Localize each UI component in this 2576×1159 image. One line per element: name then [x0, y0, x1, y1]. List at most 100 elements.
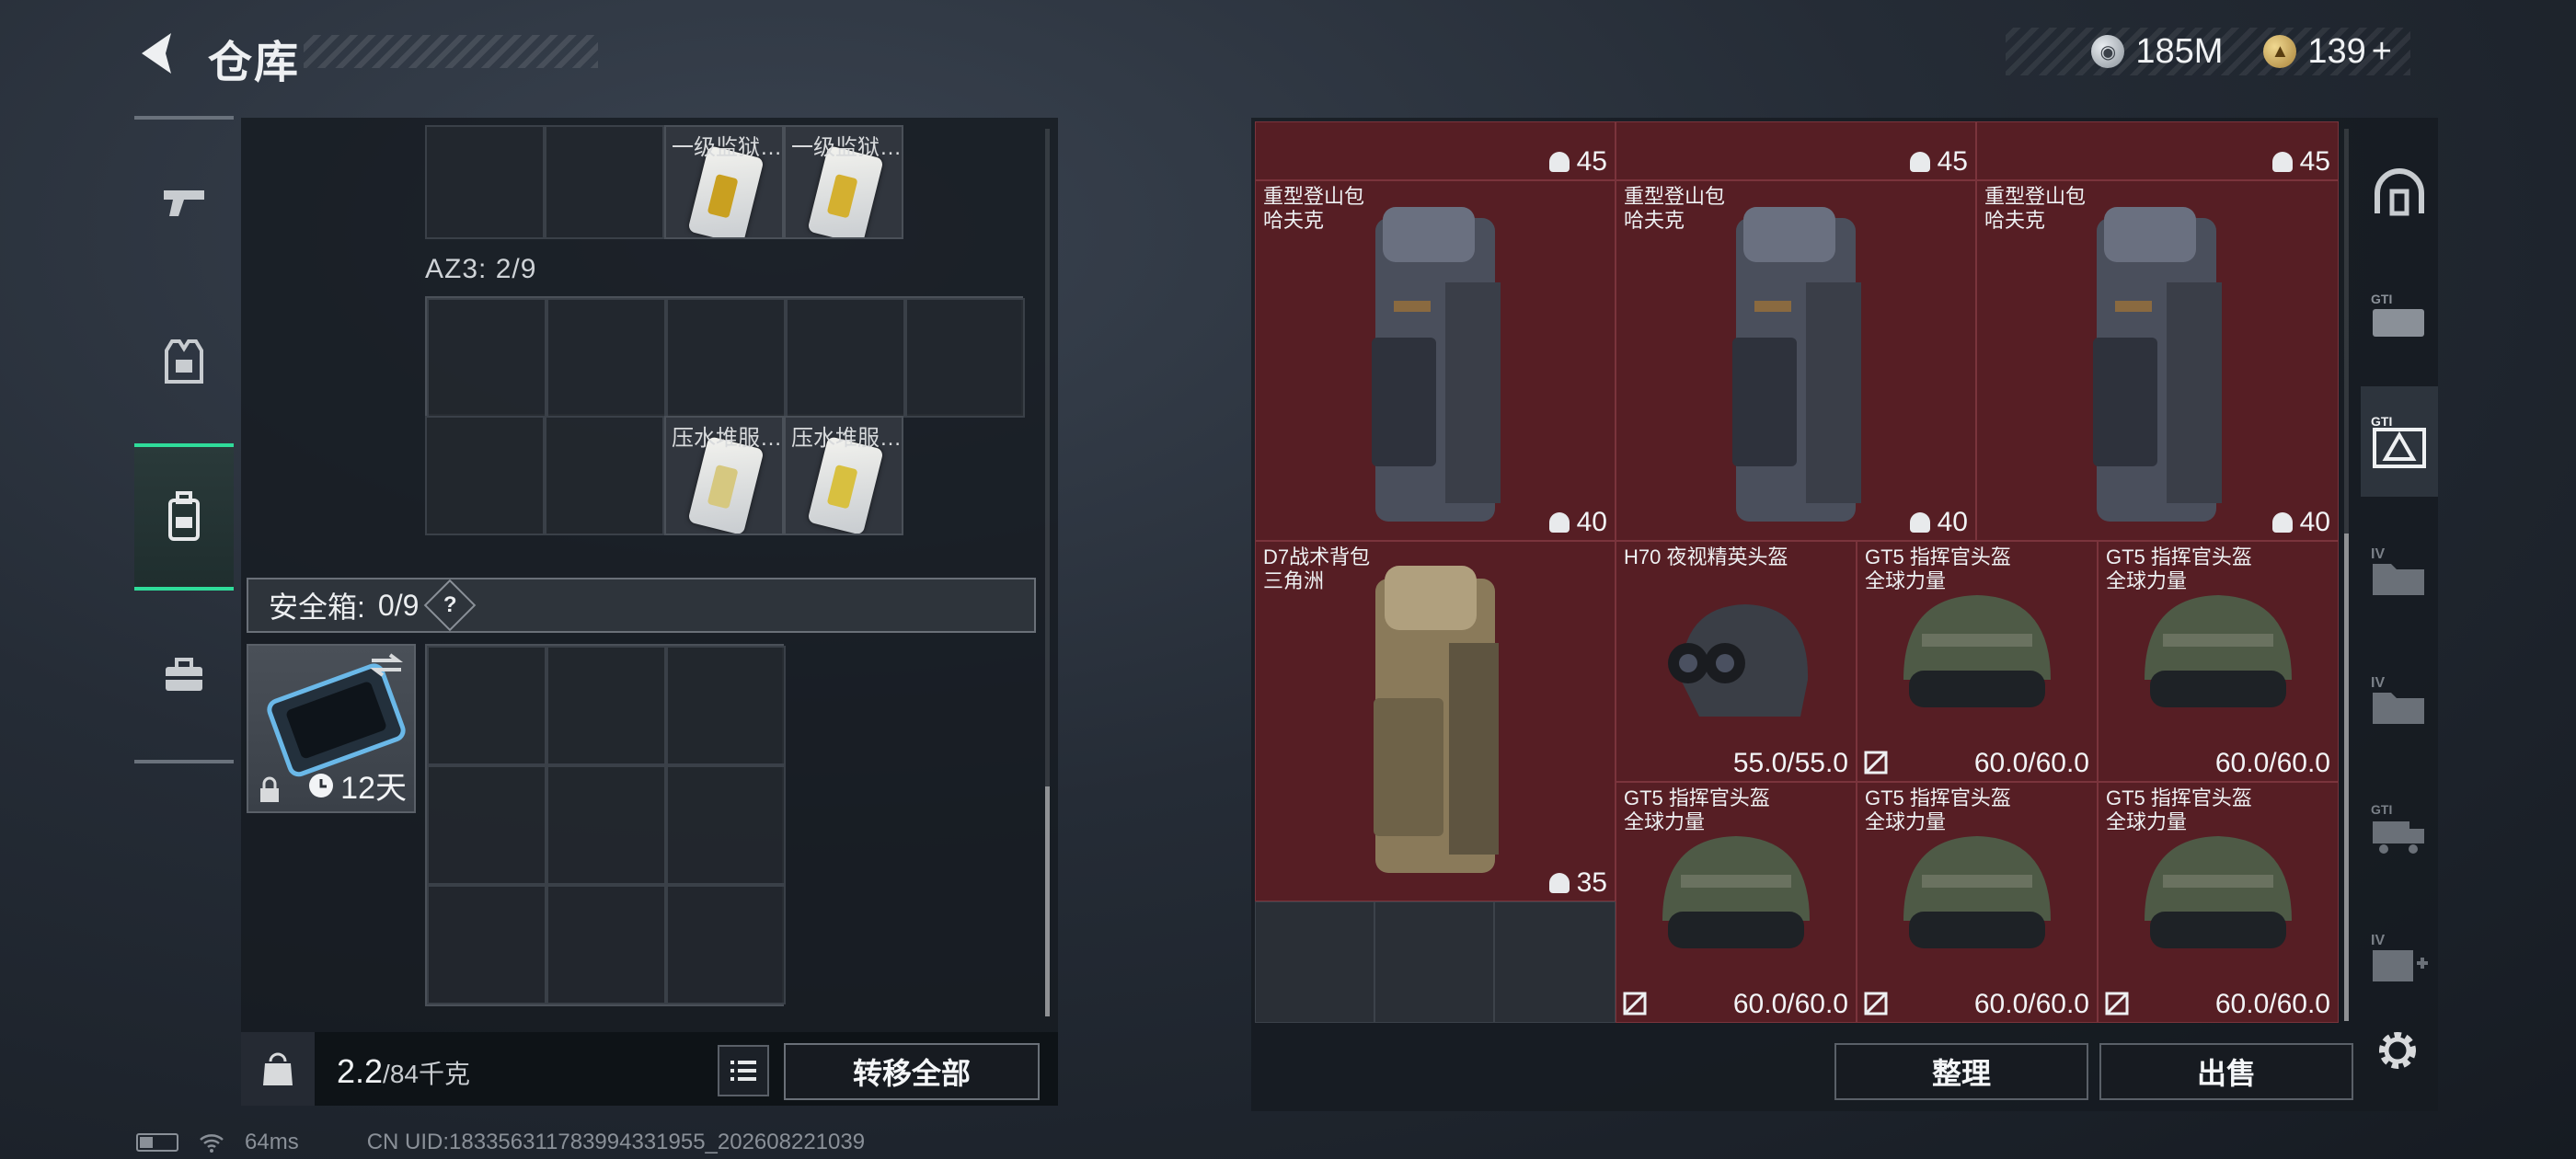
- storage-tab-gt1[interactable]: GTI: [2361, 261, 2438, 372]
- category-weapons[interactable]: [134, 134, 234, 272]
- inventory-slot[interactable]: [427, 765, 546, 885]
- storage-item[interactable]: GT5 指挥官头盔 全球力量 60.0/60.0: [1857, 782, 2098, 1023]
- storage-tab-gt1-c[interactable]: GTI: [2361, 775, 2438, 885]
- safe-box-item[interactable]: 12天: [247, 644, 416, 813]
- storage-item[interactable]: GT5 指挥官头盔 全球力量 60.0/60.0: [1857, 541, 2098, 782]
- storage-item[interactable]: 45: [1255, 121, 1616, 180]
- sell-button[interactable]: 出售: [2099, 1043, 2353, 1100]
- back-arrow-icon: [142, 33, 171, 74]
- storage-item[interactable]: 重型登山包 哈夫克 40: [1976, 180, 2339, 541]
- keycard-chip: [707, 464, 739, 510]
- weight-bag-icon: [263, 1052, 293, 1085]
- inventory-panel[interactable]: 一级监狱… 一级监狱… AZ3: 2/9 压水堆服… 压水堆服… 安全箱: 0/…: [241, 118, 1058, 1106]
- item-quantity: 45: [1909, 146, 1968, 178]
- inventory-slot[interactable]: [546, 765, 666, 885]
- backpack-icon: [1374, 566, 1499, 873]
- status-line: 64ms CN UID:18335631178399433195​5_20260…: [136, 1130, 865, 1155]
- helmet-icon: [1903, 595, 2051, 707]
- storage-tab-gt1-active[interactable]: GTI: [2361, 386, 2438, 497]
- weight-icon: [1548, 873, 1570, 893]
- no-drop-icon: [1623, 992, 1647, 1016]
- item-name: D7战术背包 三角洲: [1263, 545, 1371, 592]
- gt-card-icon: GTI: [2371, 292, 2424, 337]
- item-quantity: 45: [2271, 146, 2330, 178]
- tab-label: IV: [2371, 933, 2385, 948]
- container-label: AZ3: 2/9: [425, 254, 537, 284]
- storage-item[interactable]: GT5 指挥官头盔 全球力量 60.0/60.0: [2098, 541, 2339, 782]
- backpack-icon: [2093, 207, 2222, 522]
- storage-item[interactable]: H70 夜视精英头盔 55.0/55.0: [1616, 541, 1857, 782]
- no-drop-icon: [1864, 751, 1888, 775]
- inventory-slot[interactable]: [427, 298, 546, 418]
- inventory-slot[interactable]: [666, 646, 786, 765]
- storage-grid[interactable]: 45 45 45 重型登山包 哈夫克 40 重型登山包 哈夫克 40 重型登山包…: [1255, 121, 2339, 1023]
- silver-coin-icon: ◉: [2091, 35, 2125, 68]
- inventory-slot[interactable]: [427, 646, 546, 765]
- inventory-slot[interactable]: [666, 298, 786, 418]
- sort-button[interactable]: 整理: [1834, 1043, 2088, 1100]
- clock-icon: [309, 773, 334, 798]
- storage-tab-home[interactable]: [2361, 138, 2438, 248]
- empty-slot[interactable]: [1255, 901, 1374, 1023]
- item-durability: 60.0/60.0: [1973, 748, 2089, 778]
- inventory-slot[interactable]: [666, 885, 786, 1004]
- storage-item[interactable]: 重型登山包 哈夫克 40: [1255, 180, 1616, 541]
- safe-box-timer: 12天: [307, 763, 407, 808]
- storage-item[interactable]: 45: [1616, 121, 1976, 180]
- currency-bar: ◉ 185M ▲ 139 +: [2006, 28, 2410, 75]
- category-armor[interactable]: [134, 293, 234, 430]
- inventory-item[interactable]: 一级监狱…: [784, 125, 903, 239]
- list-view-button[interactable]: [718, 1045, 769, 1096]
- toolbox-icon: [166, 658, 202, 691]
- storage-item[interactable]: D7战术背包 三角洲 35: [1255, 541, 1616, 901]
- empty-slot[interactable]: [1374, 901, 1494, 1023]
- settings-button[interactable]: [2368, 1021, 2427, 1080]
- inventory-slot[interactable]: [425, 125, 545, 239]
- transfer-all-button[interactable]: 转移全部: [784, 1043, 1040, 1100]
- page-title: 仓库: [208, 39, 301, 87]
- helmet-icon: [1662, 836, 1810, 948]
- inventory-slot[interactable]: [545, 125, 664, 239]
- storage-tab-iv-c[interactable]: IV: [2361, 903, 2438, 1014]
- item-name: GT5 指挥官头盔 全球力量: [1865, 786, 2011, 833]
- inventory-slot[interactable]: [786, 298, 905, 418]
- inventory-slot[interactable]: [427, 885, 546, 1004]
- iv-folder-icon: IV: [2371, 546, 2424, 595]
- back-button[interactable]: [129, 26, 184, 81]
- storage-tab-iv-b[interactable]: IV: [2361, 646, 2438, 756]
- storage-scrollbar-thumb[interactable]: [2344, 534, 2349, 1021]
- inventory-item[interactable]: 一级监狱…: [664, 125, 784, 239]
- inventory-slot[interactable]: [425, 416, 545, 535]
- inventory-slot[interactable]: [546, 885, 666, 1004]
- item-quantity: 40: [1909, 507, 1968, 538]
- storage-item[interactable]: 重型登山包 哈夫克 40: [1616, 180, 1976, 541]
- help-button[interactable]: ?: [424, 579, 477, 632]
- add-currency-button[interactable]: +: [2372, 32, 2392, 72]
- rail-divider: [134, 116, 234, 120]
- inventory-item[interactable]: 压水堆服…: [664, 416, 784, 535]
- storage-item[interactable]: GT5 指挥官头盔 全球力量 60.0/60.0: [1616, 782, 1857, 1023]
- storage-item[interactable]: 45: [1976, 121, 2339, 180]
- item-name: 重型登山包 哈夫克: [1984, 185, 2087, 232]
- category-toolbox[interactable]: [134, 607, 234, 745]
- inventory-slot[interactable]: [905, 298, 1025, 418]
- storage-item[interactable]: GT5 指挥官头盔 全球力量 60.0/60.0: [2098, 782, 2339, 1023]
- inventory-slot[interactable]: [666, 765, 786, 885]
- category-backpack[interactable]: [134, 443, 234, 591]
- inventory-slot[interactable]: [546, 298, 666, 418]
- swap-icon[interactable]: [368, 651, 405, 679]
- safe-box-grid: [425, 644, 786, 1006]
- inventory-scrollbar-thumb[interactable]: [1045, 786, 1050, 1016]
- item-durability: 55.0/55.0: [1732, 748, 1848, 778]
- inventory-slot[interactable]: [546, 646, 666, 765]
- helmet-icon: [1903, 836, 2051, 948]
- item-name: GT5 指挥官头盔 全球力量: [1624, 786, 1770, 833]
- inventory-slot[interactable]: [545, 416, 664, 535]
- storage-tab-iv-a[interactable]: IV: [2361, 517, 2438, 627]
- inventory-item[interactable]: 压水堆服…: [784, 416, 903, 535]
- empty-slot[interactable]: [1494, 901, 1616, 1023]
- lock-icon: [260, 776, 279, 802]
- item-name: 压水堆服…: [672, 426, 782, 451]
- list-icon: [730, 1061, 756, 1081]
- gt-truck-icon: GTI: [2371, 802, 2424, 854]
